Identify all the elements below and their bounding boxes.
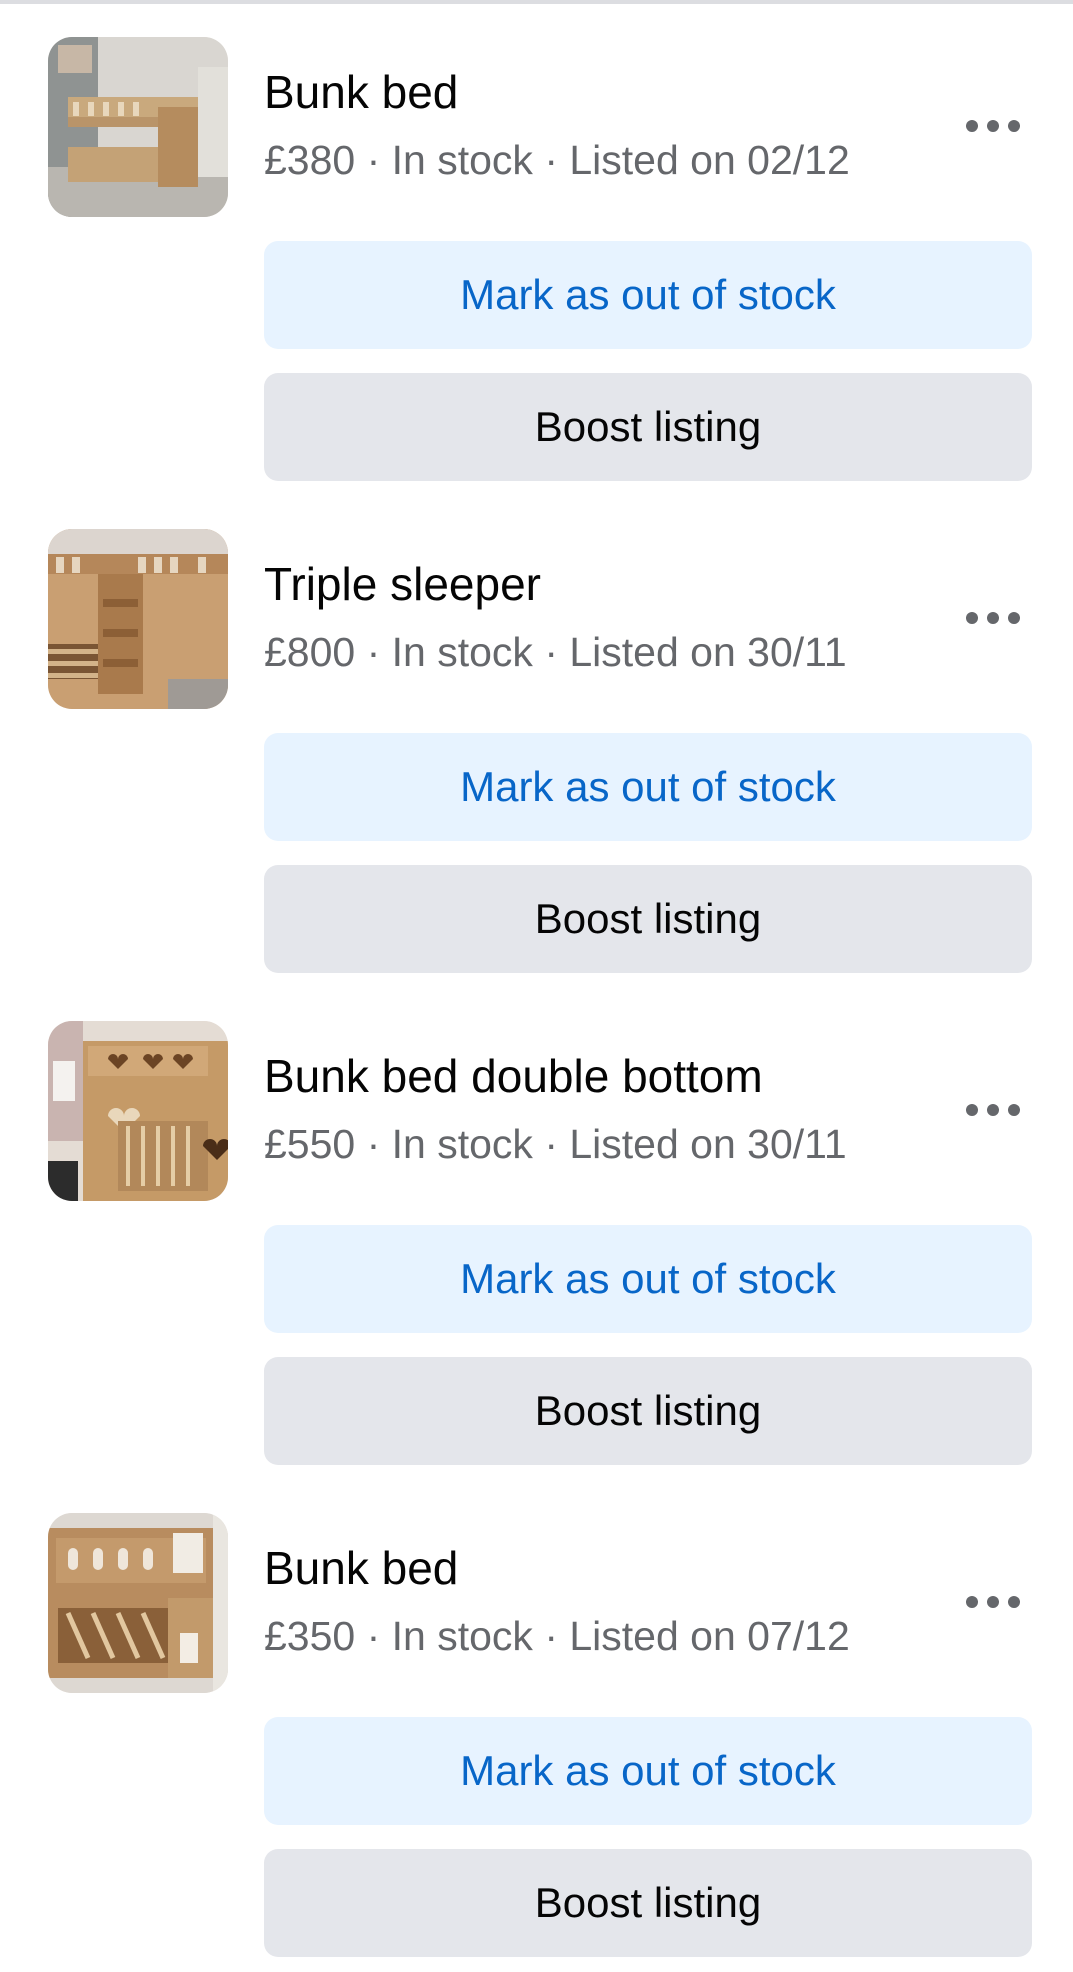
listing-meta: £550 · In stock · Listed on 30/11 — [264, 1121, 847, 1167]
more-horizontal-icon — [966, 1596, 978, 1608]
boost-listing-button[interactable]: Boost listing — [264, 1357, 1032, 1465]
mark-out-of-stock-button[interactable]: Mark as out of stock — [264, 1717, 1032, 1825]
listing-thumbnail[interactable] — [48, 1021, 228, 1201]
boost-listing-button[interactable]: Boost listing — [264, 1849, 1032, 1957]
more-options-button[interactable] — [958, 1090, 1028, 1130]
more-options-button[interactable] — [958, 106, 1028, 146]
listing-item: Bunk bed £380 · In stock · Listed on 02/… — [0, 0, 1073, 481]
bunk-bed-double-bottom-photo — [48, 1021, 228, 1201]
triple-sleeper-photo — [48, 529, 228, 709]
listing-item: Bunk bed double bottom £550 · In stock ·… — [0, 984, 1073, 1465]
listing-thumbnail[interactable] — [48, 1513, 228, 1693]
listing-thumbnail[interactable] — [48, 529, 228, 709]
more-horizontal-icon — [966, 120, 978, 132]
mark-out-of-stock-button[interactable]: Mark as out of stock — [264, 241, 1032, 349]
mark-out-of-stock-button[interactable]: Mark as out of stock — [264, 1225, 1032, 1333]
listing-meta: £350 · In stock · Listed on 07/12 — [264, 1613, 850, 1659]
listing-thumbnail[interactable] — [48, 37, 228, 217]
boost-listing-button[interactable]: Boost listing — [264, 373, 1032, 481]
more-options-button[interactable] — [958, 598, 1028, 638]
listing-meta: £380 · In stock · Listed on 02/12 — [264, 137, 850, 183]
bunk-bed-photo — [48, 37, 228, 217]
bunk-bed-photo — [48, 1513, 228, 1693]
listing-title[interactable]: Triple sleeper — [264, 556, 541, 612]
more-horizontal-icon — [966, 612, 978, 624]
boost-listing-button[interactable]: Boost listing — [264, 865, 1032, 973]
listing-title[interactable]: Bunk bed double bottom — [264, 1048, 763, 1104]
listing-title[interactable]: Bunk bed — [264, 64, 458, 120]
listing-title[interactable]: Bunk bed — [264, 1540, 458, 1596]
more-options-button[interactable] — [958, 1582, 1028, 1622]
listing-meta: £800 · In stock · Listed on 30/11 — [264, 629, 847, 675]
listing-item: Triple sleeper £800 · In stock · Listed … — [0, 492, 1073, 973]
mark-out-of-stock-button[interactable]: Mark as out of stock — [264, 733, 1032, 841]
more-horizontal-icon — [966, 1104, 978, 1116]
listing-item: Bunk bed £350 · In stock · Listed on 07/… — [0, 1476, 1073, 1957]
